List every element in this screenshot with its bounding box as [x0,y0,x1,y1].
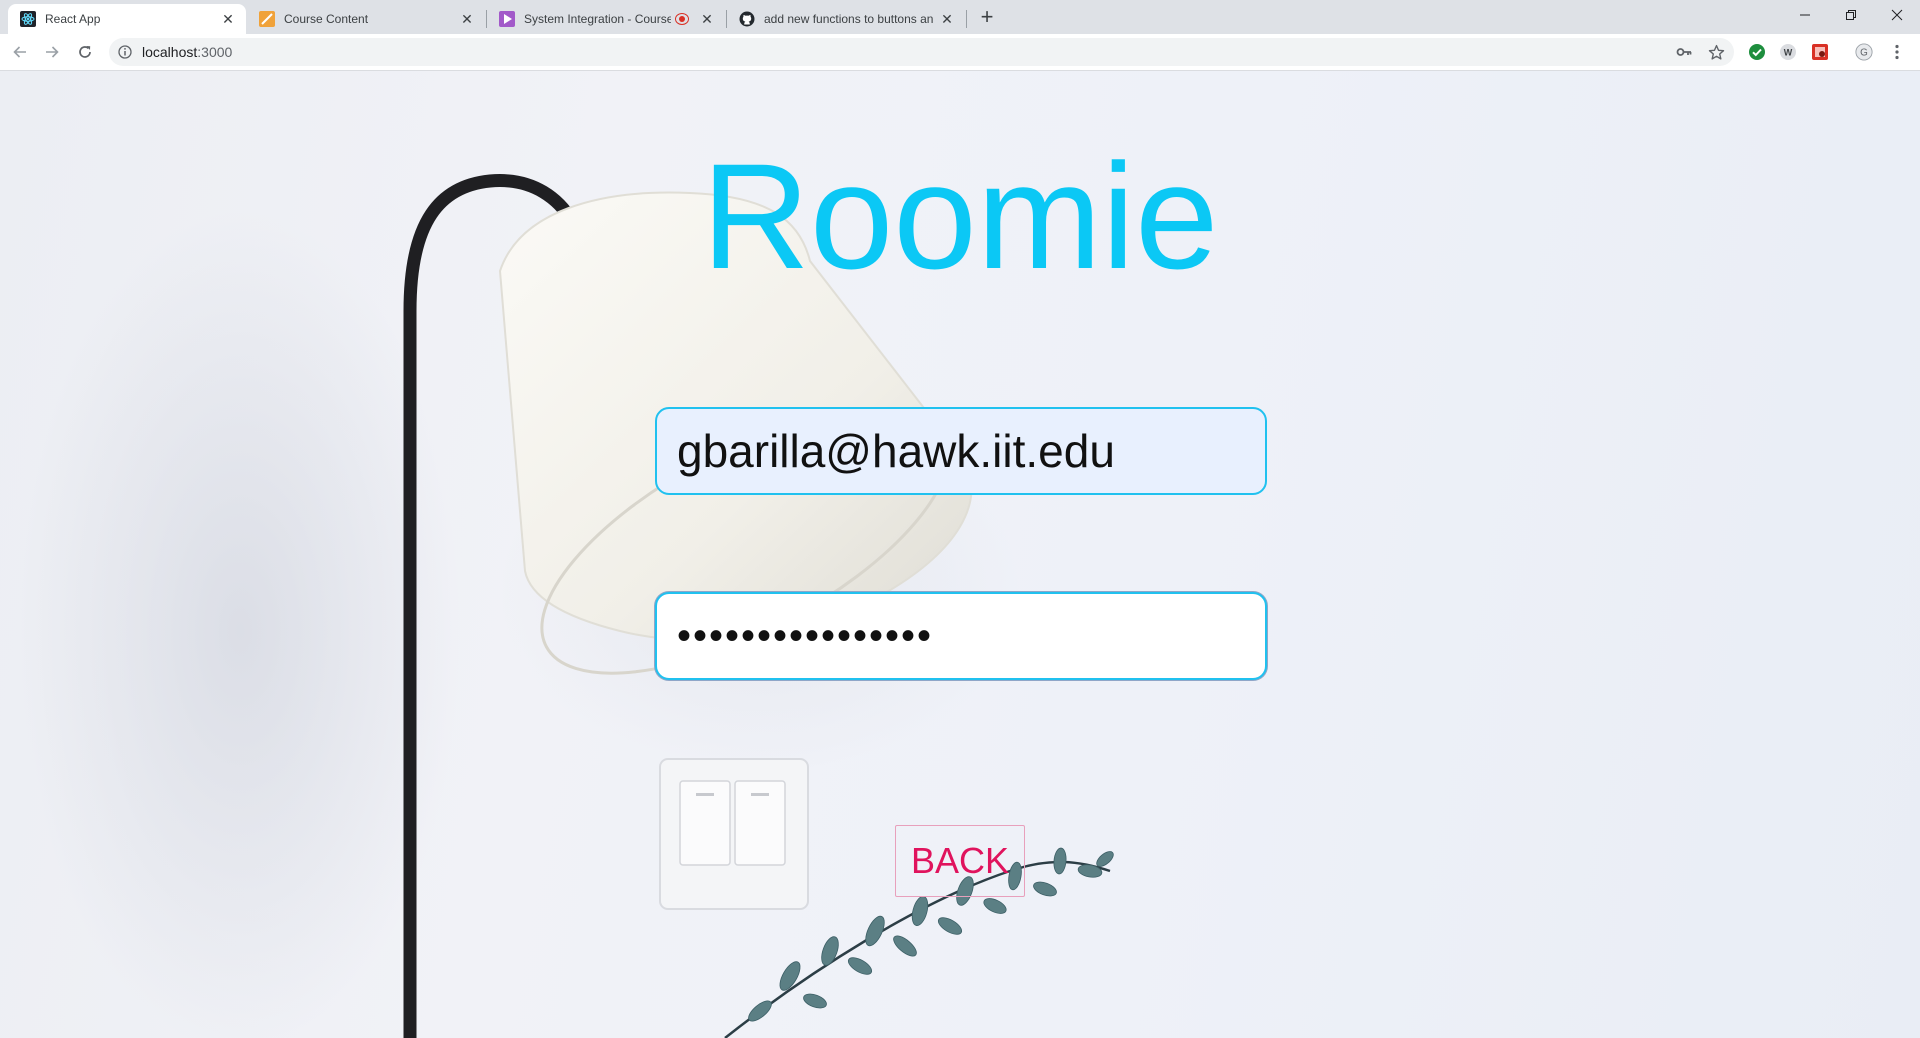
tab-course-content[interactable]: Course Content ✕ [247,4,485,34]
back-button[interactable]: BACK [895,825,1025,897]
github-icon [739,11,755,27]
extension-w-icon[interactable]: W [1779,43,1797,61]
restore-button[interactable] [1828,0,1874,30]
tab-react-app[interactable]: React App ✕ [8,4,246,34]
tab-title: React App [45,12,101,26]
extension-red-icon[interactable] [1811,43,1829,61]
tab-system-integration[interactable]: System Integration - Course ✕ [487,4,725,34]
tab-title: System Integration - Course [524,12,671,26]
close-icon[interactable]: ✕ [699,11,715,27]
browser-toolbar: localhost:3000 W G [0,34,1920,71]
browser-tab-strip: React App ✕ Course Content ✕ System Inte… [0,0,1920,34]
url-text: localhost:3000 [142,44,232,60]
url-host: localhost [142,44,198,60]
profile-avatar[interactable]: G [1855,43,1873,61]
tab-title: Course Content [284,12,369,26]
recording-icon [675,13,689,25]
react-icon [20,11,36,27]
arrow-left-icon [13,46,26,58]
page-viewport: Roomie BACK [0,71,1920,1038]
key-icon[interactable] [1675,43,1693,61]
password-field[interactable] [655,592,1267,680]
back-nav-button[interactable] [8,40,32,64]
minimize-button[interactable] [1782,0,1828,30]
email-field[interactable] [655,407,1267,495]
url-port: :3000 [197,44,233,60]
info-icon[interactable] [118,45,132,59]
close-icon[interactable]: ✕ [939,11,955,27]
profile-initial: G [1860,48,1868,59]
course-icon [259,11,275,27]
new-tab-button[interactable]: + [975,6,999,30]
reload-icon [79,46,91,58]
forward-nav-button[interactable] [40,40,64,64]
close-icon[interactable]: ✕ [459,11,475,27]
tab-github[interactable]: add new functions to buttons an ✕ [727,4,965,34]
tab-separator [966,10,967,28]
extension-w-label: W [1784,48,1793,58]
arrow-right-icon [46,46,59,58]
reload-button[interactable] [73,40,97,64]
address-bar[interactable]: localhost:3000 [109,38,1734,66]
tab-title: add new functions to buttons an [764,12,934,26]
bookmark-star-icon[interactable] [1707,43,1725,61]
close-window-button[interactable] [1874,0,1920,30]
kebab-menu-icon[interactable] [1888,43,1906,61]
extension-check-icon[interactable] [1748,43,1766,61]
video-icon [499,11,515,27]
page-title: Roomie [701,132,1219,300]
close-icon[interactable]: ✕ [220,11,236,27]
